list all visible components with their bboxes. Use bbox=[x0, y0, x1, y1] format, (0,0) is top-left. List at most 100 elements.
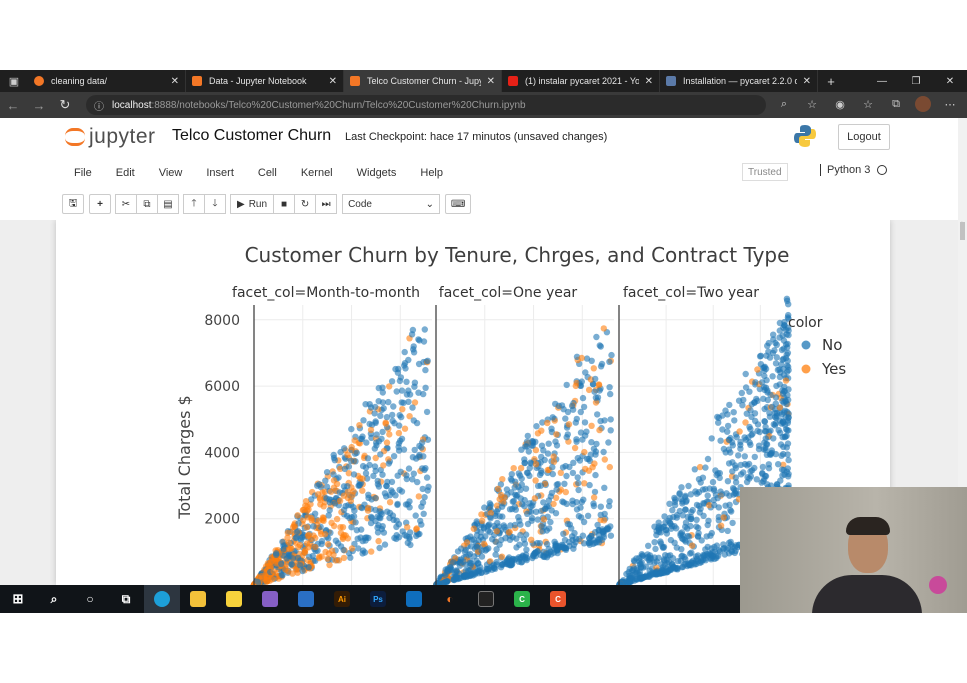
close-icon[interactable]: ✕ bbox=[803, 76, 811, 87]
file-explorer-icon[interactable] bbox=[180, 585, 216, 613]
tab-pycaret-installation[interactable]: Installation — pycaret 2.2.0 d ✕ bbox=[660, 70, 818, 92]
run-button[interactable]: ▶ Run bbox=[230, 194, 275, 214]
data-point bbox=[593, 440, 600, 448]
data-point bbox=[537, 482, 544, 489]
menu-cell[interactable]: Cell bbox=[258, 167, 277, 179]
data-point bbox=[644, 551, 651, 558]
cut-button[interactable]: ✂ bbox=[115, 194, 137, 214]
command-palette-button[interactable]: ⌨ bbox=[445, 194, 472, 214]
move-down-button[interactable]: 🡓 bbox=[204, 194, 226, 214]
restart-run-all-button[interactable]: ⏭ bbox=[315, 194, 338, 214]
sticky-notes-icon[interactable] bbox=[216, 585, 252, 613]
menu-widgets[interactable]: Widgets bbox=[357, 167, 397, 179]
data-point bbox=[761, 427, 769, 435]
info-icon[interactable]: ⓘ bbox=[94, 98, 104, 113]
data-point bbox=[498, 503, 506, 510]
data-point bbox=[756, 428, 763, 436]
restore-icon[interactable]: ❐ bbox=[899, 70, 933, 92]
data-point bbox=[403, 472, 410, 479]
close-icon[interactable]: ✕ bbox=[487, 76, 495, 87]
zoom-icon[interactable]: ⌕ bbox=[775, 95, 793, 113]
more-icon[interactable]: ⋯ bbox=[941, 95, 959, 113]
data-point bbox=[776, 334, 783, 341]
windows-start-icon[interactable]: ⊞ bbox=[0, 585, 36, 613]
insert-cell-button[interactable]: + bbox=[89, 194, 111, 214]
scrollbar-thumb[interactable] bbox=[960, 222, 965, 240]
data-point bbox=[380, 529, 388, 536]
jupyter-taskbar-icon[interactable]: ◐ bbox=[432, 585, 468, 613]
paste-button[interactable]: ▤ bbox=[157, 194, 179, 214]
data-point bbox=[470, 553, 478, 560]
move-up-button[interactable]: 🡑 bbox=[183, 194, 205, 214]
tab-youtube-pycaret[interactable]: (1) instalar pycaret 2021 - Yo ✕ bbox=[502, 70, 660, 92]
edge-icon[interactable] bbox=[144, 585, 180, 613]
address-bar-icons: ⌕ ☆ ◉ ☆ ⧉ ⋯ bbox=[775, 95, 959, 113]
cell-type-select[interactable]: Code ⌄ bbox=[342, 194, 441, 214]
data-point bbox=[368, 514, 375, 522]
data-point bbox=[700, 500, 707, 507]
extension-icon[interactable]: ◉ bbox=[831, 95, 849, 113]
data-point bbox=[759, 463, 767, 471]
tab-data-notebook[interactable]: Data - Jupyter Notebook ✕ bbox=[186, 70, 344, 92]
photoshop-icon[interactable]: Ps bbox=[360, 585, 396, 613]
data-point bbox=[498, 536, 505, 544]
menu-edit[interactable]: Edit bbox=[116, 167, 135, 179]
menu-insert[interactable]: Insert bbox=[206, 167, 234, 179]
close-icon[interactable]: ✕ bbox=[171, 76, 179, 87]
back-icon[interactable]: ← bbox=[0, 92, 26, 118]
notebook-title[interactable]: Telco Customer Churn bbox=[172, 127, 331, 145]
data-point bbox=[585, 467, 593, 474]
vs-code-icon[interactable] bbox=[396, 585, 432, 613]
cortana-icon[interactable]: ○ bbox=[72, 585, 108, 613]
task-view-icon[interactable]: ⧉ bbox=[108, 585, 144, 613]
favorites-icon[interactable]: ☆ bbox=[859, 95, 877, 113]
forward-icon[interactable]: → bbox=[26, 92, 52, 118]
minimize-icon[interactable]: — bbox=[865, 70, 899, 92]
data-point bbox=[710, 496, 717, 504]
data-point bbox=[574, 474, 581, 481]
data-point bbox=[386, 431, 393, 438]
search-icon[interactable]: ⌕ bbox=[36, 585, 72, 613]
menu-help[interactable]: Help bbox=[420, 167, 443, 179]
new-tab-button[interactable]: + bbox=[818, 74, 844, 89]
green-app-icon[interactable]: C bbox=[504, 585, 540, 613]
copy-icon: ⧉ bbox=[143, 198, 151, 210]
data-point bbox=[279, 538, 286, 546]
tracking-icon[interactable]: ☆ bbox=[803, 95, 821, 113]
mail-icon[interactable] bbox=[288, 585, 324, 613]
profile-avatar[interactable] bbox=[915, 96, 931, 112]
logout-button[interactable]: Logout bbox=[838, 124, 890, 150]
data-point bbox=[528, 536, 535, 543]
terminal-icon[interactable] bbox=[468, 585, 504, 613]
menu-file[interactable]: File bbox=[74, 167, 92, 179]
data-point bbox=[330, 477, 338, 484]
orange-app-icon[interactable]: C bbox=[540, 585, 576, 613]
visual-studio-icon[interactable] bbox=[252, 585, 288, 613]
close-icon[interactable]: ✕ bbox=[329, 76, 337, 87]
data-point bbox=[336, 497, 344, 504]
illustrator-icon[interactable]: Ai bbox=[324, 585, 360, 613]
close-window-icon[interactable]: ✕ bbox=[933, 70, 967, 92]
close-icon[interactable]: ✕ bbox=[645, 76, 653, 87]
data-point bbox=[773, 354, 780, 361]
interrupt-button[interactable]: ■ bbox=[273, 194, 296, 214]
data-point bbox=[746, 388, 753, 395]
tab-cleaning-data[interactable]: cleaning data/ ✕ bbox=[28, 70, 186, 92]
tab-telco-churn[interactable]: Telco Customer Churn - Jupy ✕ bbox=[344, 70, 502, 92]
menu-kernel[interactable]: Kernel bbox=[301, 167, 333, 179]
data-point bbox=[528, 514, 536, 522]
trusted-badge[interactable]: Trusted bbox=[742, 163, 788, 181]
restart-button[interactable]: ↻ bbox=[294, 194, 317, 214]
copy-button[interactable]: ⧉ bbox=[136, 194, 158, 214]
save-button[interactable]: 🖫 bbox=[62, 194, 84, 214]
menu-view[interactable]: View bbox=[159, 167, 183, 179]
reload-icon[interactable]: ↻ bbox=[52, 92, 78, 118]
url-field[interactable]: ⓘ localhost :8888/notebooks/Telco%20Cust… bbox=[86, 95, 766, 115]
collections-icon[interactable]: ⧉ bbox=[887, 95, 905, 113]
data-point bbox=[411, 379, 419, 386]
jupyter-logo[interactable]: jupyter bbox=[64, 125, 156, 149]
data-point bbox=[577, 429, 585, 436]
data-point bbox=[722, 502, 729, 509]
tab-actions-icon[interactable]: ▣ bbox=[0, 70, 28, 92]
data-point bbox=[776, 327, 783, 334]
